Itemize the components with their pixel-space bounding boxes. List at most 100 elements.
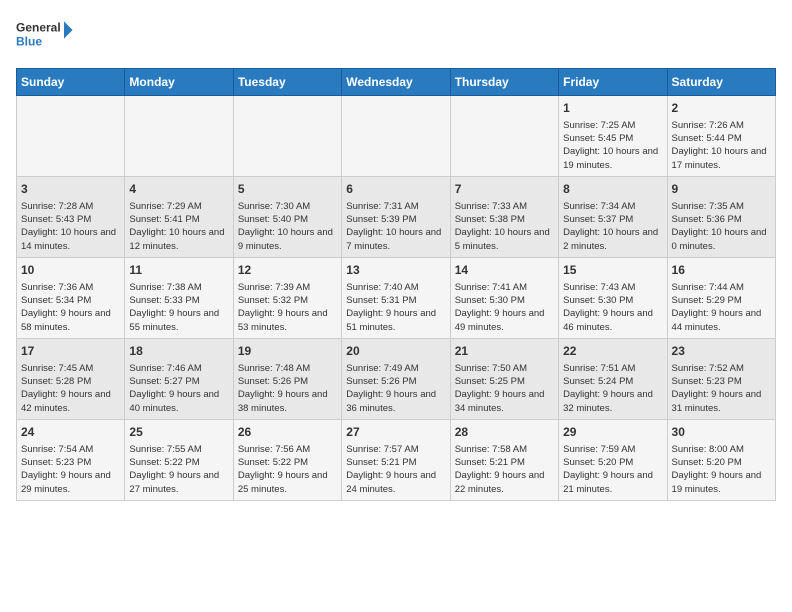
day-number: 3: [21, 181, 120, 198]
day-info: Sunrise: 7:34 AM Sunset: 5:37 PM Dayligh…: [563, 200, 662, 253]
day-info: Sunrise: 7:45 AM Sunset: 5:28 PM Dayligh…: [21, 362, 120, 415]
day-number: 20: [346, 343, 445, 360]
day-info: Sunrise: 7:40 AM Sunset: 5:31 PM Dayligh…: [346, 281, 445, 334]
calendar-cell: 22Sunrise: 7:51 AM Sunset: 5:24 PM Dayli…: [559, 338, 667, 419]
calendar-cell: 20 Sunrise: 7:49 AM Sunset: 5:26 PM Dayli…: [342, 338, 450, 419]
calendar-cell: 17 Sunrise: 7:45 AM Sunset: 5:28 PM Dayli…: [17, 338, 125, 419]
day-number: 19: [238, 343, 337, 360]
day-number: 18: [129, 343, 228, 360]
page-header: General Blue: [16, 16, 776, 56]
day-number: 12: [238, 262, 337, 279]
day-info: Sunrise: 7:28 AM Sunset: 5:43 PM Dayligh…: [21, 200, 120, 253]
svg-text:General: General: [16, 21, 61, 35]
weekday-header: Monday: [125, 69, 233, 96]
day-number: 29: [563, 424, 662, 441]
calendar-week-row: 3 Sunrise: 7:28 AM Sunset: 5:43 PM Daylig…: [17, 176, 776, 257]
calendar-cell: 11Sunrise: 7:38 AM Sunset: 5:33 PM Dayli…: [125, 257, 233, 338]
day-info: Sunrise: 7:59 AM Sunset: 5:20 PM Dayligh…: [563, 443, 662, 496]
day-number: 23: [672, 343, 771, 360]
day-info: Sunrise: 7:52 AM Sunset: 5:23 PM Dayligh…: [672, 362, 771, 415]
day-info: Sunrise: 7:33 AM Sunset: 5:38 PM Dayligh…: [455, 200, 554, 253]
calendar-cell: [233, 96, 341, 177]
day-number: 7: [455, 181, 554, 198]
day-number: 14: [455, 262, 554, 279]
day-number: 27: [346, 424, 445, 441]
day-info: Sunrise: 7:48 AM Sunset: 5:26 PM Dayligh…: [238, 362, 337, 415]
svg-text:Blue: Blue: [16, 34, 42, 48]
calendar-cell: 13 Sunrise: 7:40 AM Sunset: 5:31 PM Dayli…: [342, 257, 450, 338]
day-number: 30: [672, 424, 771, 441]
day-info: Sunrise: 7:50 AM Sunset: 5:25 PM Dayligh…: [455, 362, 554, 415]
day-number: 25: [129, 424, 228, 441]
day-info: Sunrise: 7:41 AM Sunset: 5:30 PM Dayligh…: [455, 281, 554, 334]
weekday-header: Wednesday: [342, 69, 450, 96]
day-number: 28: [455, 424, 554, 441]
day-info: Sunrise: 7:49 AM Sunset: 5:26 PM Dayligh…: [346, 362, 445, 415]
calendar-cell: 7 Sunrise: 7:33 AM Sunset: 5:38 PM Daylig…: [450, 176, 558, 257]
calendar-week-row: 10 Sunrise: 7:36 AM Sunset: 5:34 PM Dayli…: [17, 257, 776, 338]
day-info: Sunrise: 7:54 AM Sunset: 5:23 PM Dayligh…: [21, 443, 120, 496]
day-number: 26: [238, 424, 337, 441]
day-info: Sunrise: 7:36 AM Sunset: 5:34 PM Dayligh…: [21, 281, 120, 334]
weekday-header-row: SundayMondayTuesdayWednesdayThursdayFrid…: [17, 69, 776, 96]
calendar-table: SundayMondayTuesdayWednesdayThursdayFrid…: [16, 68, 776, 501]
calendar-cell: 29 Sunrise: 7:59 AM Sunset: 5:20 PM Dayli…: [559, 419, 667, 500]
day-info: Sunrise: 7:56 AM Sunset: 5:22 PM Dayligh…: [238, 443, 337, 496]
calendar-cell: 21 Sunrise: 7:50 AM Sunset: 5:25 PM Dayli…: [450, 338, 558, 419]
calendar-week-row: 17 Sunrise: 7:45 AM Sunset: 5:28 PM Dayli…: [17, 338, 776, 419]
weekday-header: Saturday: [667, 69, 775, 96]
calendar-cell: 2 Sunrise: 7:26 AM Sunset: 5:44 PM Daylig…: [667, 96, 775, 177]
calendar-cell: 27 Sunrise: 7:57 AM Sunset: 5:21 PM Dayli…: [342, 419, 450, 500]
logo-svg: General Blue: [16, 16, 76, 56]
calendar-cell: [17, 96, 125, 177]
calendar-cell: 10 Sunrise: 7:36 AM Sunset: 5:34 PM Dayli…: [17, 257, 125, 338]
day-info: Sunrise: 7:35 AM Sunset: 5:36 PM Dayligh…: [672, 200, 771, 253]
day-info: Sunrise: 7:26 AM Sunset: 5:44 PM Dayligh…: [672, 119, 771, 172]
day-info: Sunrise: 7:29 AM Sunset: 5:41 PM Dayligh…: [129, 200, 228, 253]
day-info: Sunrise: 7:31 AM Sunset: 5:39 PM Dayligh…: [346, 200, 445, 253]
calendar-cell: 9Sunrise: 7:35 AM Sunset: 5:36 PM Daylig…: [667, 176, 775, 257]
calendar-cell: 8 Sunrise: 7:34 AM Sunset: 5:37 PM Daylig…: [559, 176, 667, 257]
weekday-header: Thursday: [450, 69, 558, 96]
day-number: 22: [563, 343, 662, 360]
day-info: Sunrise: 7:58 AM Sunset: 5:21 PM Dayligh…: [455, 443, 554, 496]
calendar-cell: 15Sunrise: 7:43 AM Sunset: 5:30 PM Dayli…: [559, 257, 667, 338]
day-number: 16: [672, 262, 771, 279]
calendar-cell: [125, 96, 233, 177]
day-number: 21: [455, 343, 554, 360]
weekday-header: Sunday: [17, 69, 125, 96]
day-info: Sunrise: 7:25 AM Sunset: 5:45 PM Dayligh…: [563, 119, 662, 172]
day-info: Sunrise: 7:57 AM Sunset: 5:21 PM Dayligh…: [346, 443, 445, 496]
day-number: 8: [563, 181, 662, 198]
day-number: 6: [346, 181, 445, 198]
calendar-cell: [342, 96, 450, 177]
day-info: Sunrise: 7:30 AM Sunset: 5:40 PM Dayligh…: [238, 200, 337, 253]
day-number: 5: [238, 181, 337, 198]
day-info: Sunrise: 8:00 AM Sunset: 5:20 PM Dayligh…: [672, 443, 771, 496]
calendar-cell: 26 Sunrise: 7:56 AM Sunset: 5:22 PM Dayli…: [233, 419, 341, 500]
logo: General Blue: [16, 16, 76, 56]
day-number: 15: [563, 262, 662, 279]
calendar-week-row: 24 Sunrise: 7:54 AM Sunset: 5:23 PM Dayli…: [17, 419, 776, 500]
day-number: 17: [21, 343, 120, 360]
calendar-cell: 25Sunrise: 7:55 AM Sunset: 5:22 PM Dayli…: [125, 419, 233, 500]
calendar-cell: 4 Sunrise: 7:29 AM Sunset: 5:41 PM Daylig…: [125, 176, 233, 257]
weekday-header: Tuesday: [233, 69, 341, 96]
day-info: Sunrise: 7:38 AM Sunset: 5:33 PM Dayligh…: [129, 281, 228, 334]
calendar-cell: 23 Sunrise: 7:52 AM Sunset: 5:23 PM Dayli…: [667, 338, 775, 419]
calendar-cell: 5 Sunrise: 7:30 AM Sunset: 5:40 PM Daylig…: [233, 176, 341, 257]
day-number: 13: [346, 262, 445, 279]
day-number: 4: [129, 181, 228, 198]
calendar-cell: 30 Sunrise: 8:00 AM Sunset: 5:20 PM Dayli…: [667, 419, 775, 500]
calendar-cell: 1 Sunrise: 7:25 AM Sunset: 5:45 PM Daylig…: [559, 96, 667, 177]
day-number: 10: [21, 262, 120, 279]
day-number: 24: [21, 424, 120, 441]
calendar-cell: [450, 96, 558, 177]
day-number: 2: [672, 100, 771, 117]
day-info: Sunrise: 7:46 AM Sunset: 5:27 PM Dayligh…: [129, 362, 228, 415]
calendar-week-row: 1 Sunrise: 7:25 AM Sunset: 5:45 PM Daylig…: [17, 96, 776, 177]
day-number: 1: [563, 100, 662, 117]
day-info: Sunrise: 7:44 AM Sunset: 5:29 PM Dayligh…: [672, 281, 771, 334]
calendar-cell: 28 Sunrise: 7:58 AM Sunset: 5:21 PM Dayli…: [450, 419, 558, 500]
calendar-cell: 12Sunrise: 7:39 AM Sunset: 5:32 PM Dayli…: [233, 257, 341, 338]
